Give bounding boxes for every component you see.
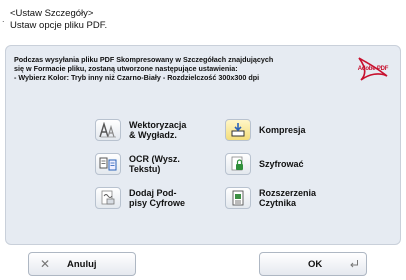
- option-label: Szyfrować: [259, 159, 304, 169]
- adobe-pdf-label: Adobe PDF: [357, 66, 389, 72]
- option-label: Rozszerzenia Czytnika: [259, 188, 317, 208]
- description-line: - Wybierz Kolor: Tryb inny niż Czarno-Bi…: [14, 73, 260, 82]
- option-label: OCR (Wysz. Tekstu): [129, 154, 180, 174]
- description-line: Podczas wysyłania pliku PDF Skompresowan…: [14, 55, 274, 64]
- description: Podczas wysyłania pliku PDF Skompresowan…: [14, 55, 344, 82]
- vectorize-icon: [95, 119, 121, 141]
- ok-button[interactable]: OK: [259, 252, 367, 276]
- adobe-pdf-logo: Adobe PDF: [353, 54, 393, 84]
- option-label: Kompresja: [259, 125, 306, 135]
- close-icon: ✕: [40, 257, 51, 271]
- page-subtitle: Ustaw opcje pliku PDF.: [10, 20, 108, 31]
- cancel-label: Anuluj: [67, 259, 97, 270]
- corner-mark: .: [2, 14, 5, 24]
- header: <Ustaw Szczegóły> Ustaw opcje pliku PDF.: [10, 8, 107, 32]
- cancel-button[interactable]: ✕ Anuluj: [28, 252, 136, 276]
- encrypt-lock-icon: [225, 153, 251, 175]
- option-label: Wektoryzacja & Wygładz.: [129, 120, 187, 140]
- ocr-icon: [95, 153, 121, 175]
- compress-icon: [225, 119, 251, 141]
- page-title: <Ustaw Szczegóły>: [10, 8, 94, 19]
- digital-signature-icon: [95, 187, 121, 209]
- reader-extensions-icon: [225, 187, 251, 209]
- ok-label: OK: [308, 259, 323, 270]
- option-label: Dodaj Pod- pisy Cyfrowe: [129, 188, 186, 208]
- settings-panel: Podczas wysyłania pliku PDF Skompresowan…: [5, 45, 401, 245]
- enter-return-icon: [349, 259, 359, 271]
- description-line: się w Formacie pliku, zostaną utworzone …: [14, 64, 238, 73]
